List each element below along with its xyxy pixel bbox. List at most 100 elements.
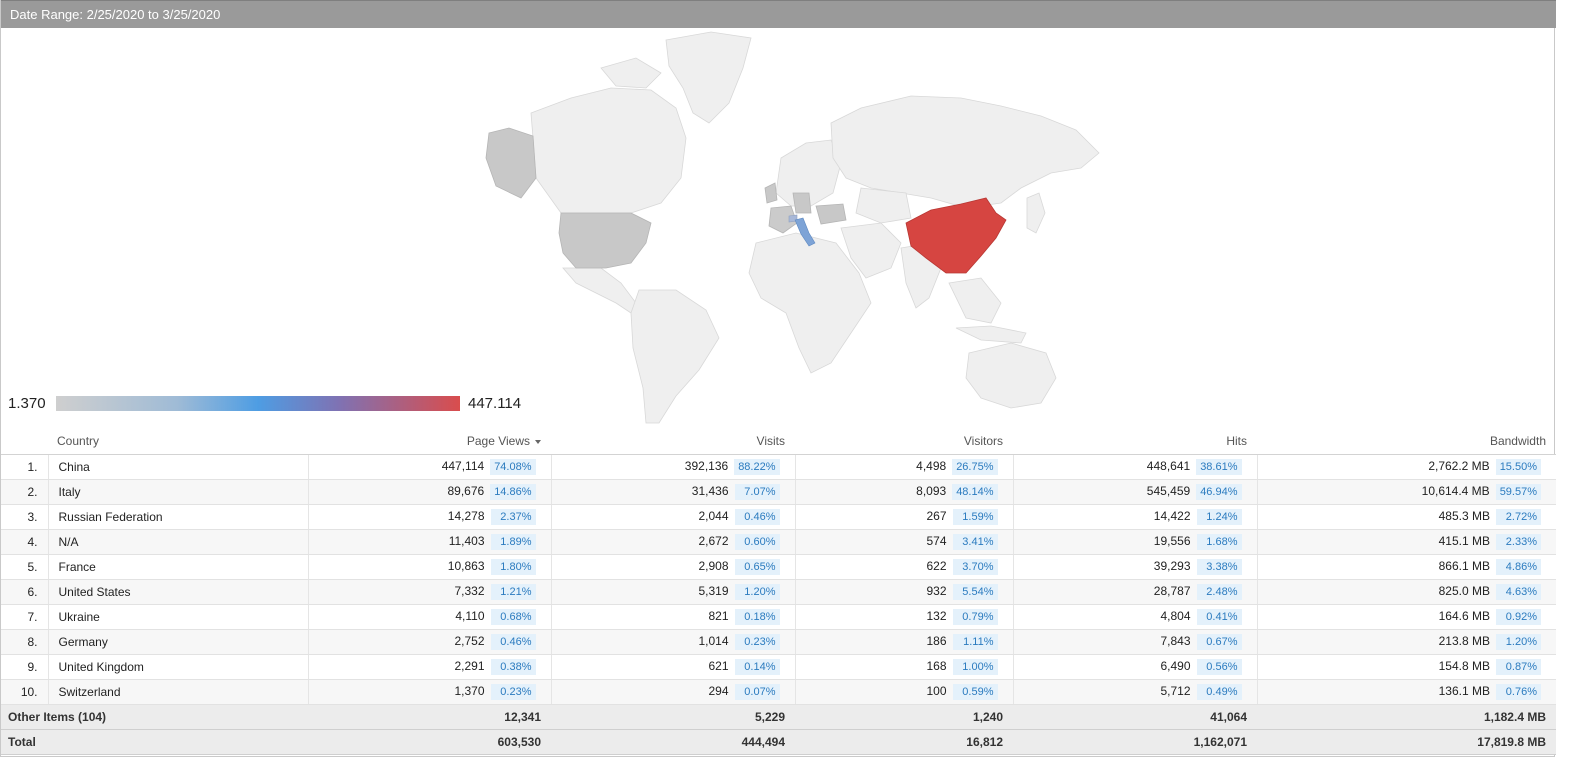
row-rank-cell: 2.: [1, 479, 49, 505]
row-visitors: 267: [926, 508, 947, 523]
row-rank-cell: 6.: [1, 579, 49, 605]
row-rank-cell: 8.: [1, 629, 49, 655]
table-row[interactable]: 10. Switzerland 1,370 0.23% 294 0.07% 100 0.59%…: [1, 679, 1556, 705]
total-hits: 1,162,071: [1013, 729, 1257, 755]
row-visits-cell: 2,672 0.60%: [551, 529, 796, 555]
row-bandwidth: 2,762.2 MB: [1428, 458, 1490, 473]
hits-header[interactable]: Hits: [1013, 429, 1257, 455]
row-page-views-cell: 14,278 2.37%: [308, 504, 552, 530]
row-page-views-cell: 2,291 0.38%: [308, 654, 552, 680]
row-rank: 8.: [27, 634, 38, 649]
row-visits-percent: 0.23%: [734, 633, 780, 650]
legend-gradient-bar: [56, 396, 460, 411]
row-visits: 2,672: [698, 533, 729, 548]
row-hits-percent: 0.67%: [1196, 633, 1242, 650]
country-arctic-islands: [600, 57, 662, 89]
row-hits-cell: 5,712 0.49%: [1013, 679, 1258, 705]
row-bandwidth: 825.0 MB: [1438, 583, 1490, 598]
row-rank-cell: 10.: [1, 679, 49, 705]
row-visitors-cell: 168 1.00%: [795, 654, 1014, 680]
row-country: United Kingdom: [58, 659, 144, 674]
row-visitors-cell: 100 0.59%: [795, 679, 1014, 705]
row-page-views-percent: 1.21%: [490, 583, 536, 600]
other-visitors: 1,240: [795, 704, 1013, 730]
table-row[interactable]: 9. United Kingdom 2,291 0.38% 621 0.14% 168 1.0…: [1, 654, 1556, 680]
row-visitors-cell: 932 5.54%: [795, 579, 1014, 605]
row-visitors-percent: 26.75%: [952, 458, 998, 475]
row-rank: 10.: [20, 684, 38, 699]
country-australia: [965, 342, 1057, 409]
world-map[interactable]: [461, 28, 1101, 428]
row-page-views-percent: 1.80%: [490, 558, 536, 575]
other-items-row[interactable]: Other Items (104) 12,341 5,229 1,240 41,…: [1, 704, 1556, 730]
row-visitors-cell: 132 0.79%: [795, 604, 1014, 630]
row-page-views-cell: 447,114 74.08%: [308, 454, 552, 480]
country-mexico: [562, 267, 637, 314]
row-hits-cell: 448,641 38.61%: [1013, 454, 1258, 480]
table-row[interactable]: 3. Russian Federation 14,278 2.37% 2,044 0.46…: [1, 504, 1556, 530]
row-bandwidth-cell: 485.3 MB 2.72%: [1257, 504, 1556, 530]
row-visitors: 932: [926, 583, 947, 598]
geolocation-panel: Date Range: 2/25/2020 to 3/25/2020 1.370…: [0, 0, 1556, 757]
row-hits: 39,293: [1153, 558, 1191, 573]
visits-header[interactable]: Visits: [551, 429, 795, 455]
table-row[interactable]: 8. Germany 2,752 0.46% 1,014 0.23% 186 1.11% 7,8…: [1, 629, 1556, 655]
date-range-header: Date Range: 2/25/2020 to 3/25/2020: [1, 0, 1556, 28]
country-united-states: [558, 212, 652, 269]
row-visits-percent: 0.60%: [734, 533, 780, 550]
row-bandwidth-cell: 10,614.4 MB 59.57%: [1257, 479, 1556, 505]
row-visits-cell: 5,319 1.20%: [551, 579, 796, 605]
map-legend: 1.370 447.114: [1, 392, 541, 414]
table-row[interactable]: 2. Italy 89,676 14.86% 31,436 7.07% 8,093 48.14…: [1, 479, 1556, 505]
row-visitors-cell: 622 3.70%: [795, 554, 1014, 580]
row-visits-cell: 1,014 0.23%: [551, 629, 796, 655]
row-hits-percent: 1.68%: [1196, 533, 1242, 550]
row-hits: 4,804: [1160, 608, 1191, 623]
row-visitors-percent: 48.14%: [952, 483, 998, 500]
row-page-views: 89,676: [447, 483, 485, 498]
row-visitors: 132: [926, 608, 947, 623]
visitors-header[interactable]: Visitors: [795, 429, 1013, 455]
table-row[interactable]: 7. Ukraine 4,110 0.68% 821 0.18% 132 0.79% 4,804…: [1, 604, 1556, 630]
row-visitors-percent: 1.00%: [952, 658, 998, 675]
row-page-views-cell: 7,332 1.21%: [308, 579, 552, 605]
country-united-kingdom: [764, 182, 778, 204]
country-header[interactable]: Country: [48, 429, 308, 455]
row-page-views-cell: 4,110 0.68%: [308, 604, 552, 630]
row-rank: 5.: [27, 559, 38, 574]
other-hits: 41,064: [1013, 704, 1257, 730]
table-row[interactable]: 5. France 10,863 1.80% 2,908 0.65% 622 3.70% 39,…: [1, 554, 1556, 580]
row-rank: 1.: [27, 459, 38, 474]
row-visits-percent: 0.46%: [734, 508, 780, 525]
row-page-views: 4,110: [455, 608, 485, 623]
country-table: Country Page Views Visits Visitors Hits …: [1, 429, 1556, 755]
row-bandwidth-cell: 136.1 MB 0.76%: [1257, 679, 1556, 705]
table-row[interactable]: 4. N/A 11,403 1.89% 2,672 0.60% 574 3.41% 19,556…: [1, 529, 1556, 555]
table-row[interactable]: 6. United States 7,332 1.21% 5,319 1.20% 932 5.…: [1, 579, 1556, 605]
table-row[interactable]: 1. China 447,114 74.08% 392,136 88.22% 4,498 26…: [1, 454, 1556, 480]
row-rank-cell: 5.: [1, 554, 49, 580]
row-visitors-cell: 4,498 26.75%: [795, 454, 1014, 480]
row-hits-percent: 46.94%: [1196, 483, 1242, 500]
row-visitors-cell: 8,093 48.14%: [795, 479, 1014, 505]
row-visitors: 4,498: [916, 458, 947, 473]
row-hits: 448,641: [1146, 458, 1191, 473]
other-visits: 5,229: [551, 704, 795, 730]
row-bandwidth-percent: 4.63%: [1496, 583, 1541, 600]
row-rank: 6.: [27, 584, 38, 599]
row-visits-cell: 31,436 7.07%: [551, 479, 796, 505]
row-page-views: 14,278: [447, 508, 485, 523]
row-bandwidth: 164.6 MB: [1438, 608, 1490, 623]
row-country-cell: Russian Federation: [48, 504, 309, 530]
total-page-views: 603,530: [308, 729, 551, 755]
row-visits-cell: 821 0.18%: [551, 604, 796, 630]
row-bandwidth-percent: 59.57%: [1495, 483, 1541, 500]
row-rank-cell: 7.: [1, 604, 49, 630]
row-hits-cell: 28,787 2.48%: [1013, 579, 1258, 605]
row-bandwidth: 866.1 MB: [1438, 558, 1490, 573]
bandwidth-header[interactable]: Bandwidth: [1257, 429, 1556, 455]
page-views-header[interactable]: Page Views: [308, 429, 551, 455]
row-visitors-percent: 3.41%: [952, 533, 998, 550]
row-bandwidth-cell: 213.8 MB 1.20%: [1257, 629, 1556, 655]
row-visits-percent: 0.14%: [734, 658, 780, 675]
